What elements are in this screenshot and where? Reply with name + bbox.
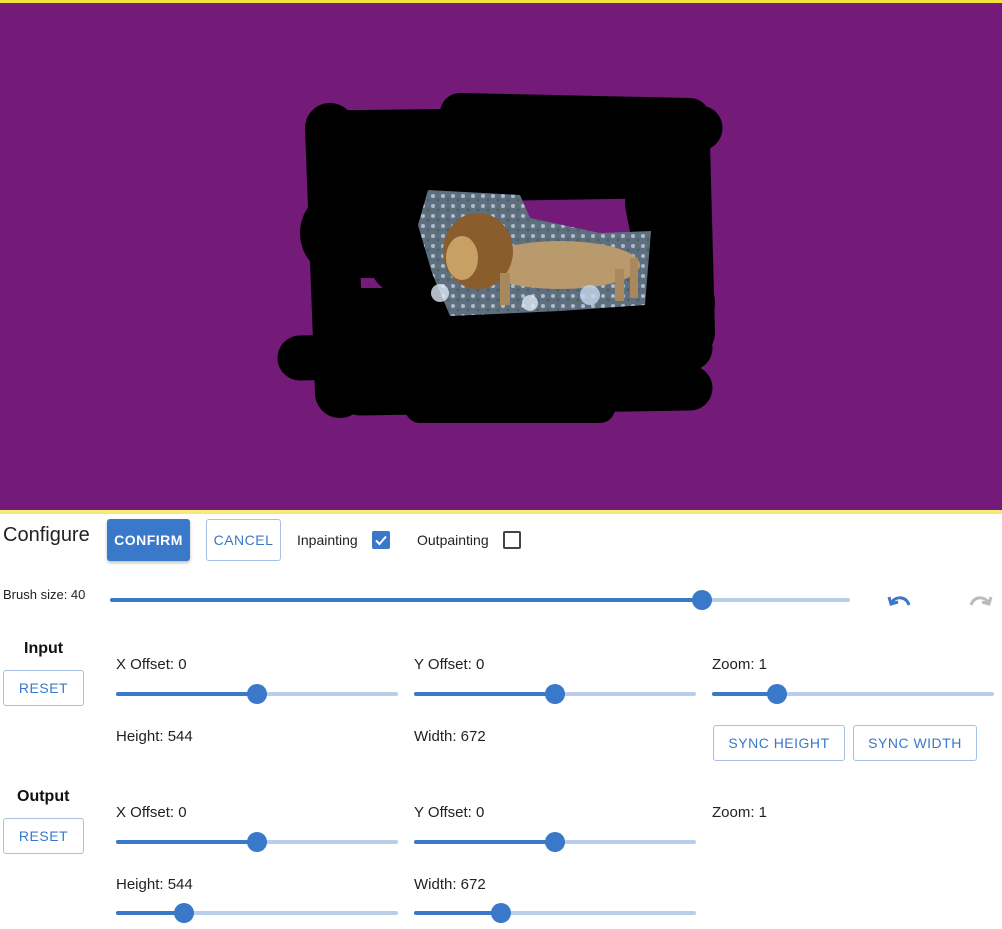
brush-size-slider[interactable] (110, 590, 850, 610)
slider-track (414, 840, 555, 844)
slider-thumb[interactable] (173, 903, 194, 923)
section-divider (0, 510, 1002, 514)
cancel-button[interactable]: CANCEL (206, 519, 281, 561)
input-x-offset-slider[interactable] (116, 684, 398, 704)
mask-drawing (277, 93, 723, 423)
slider-thumb[interactable] (247, 832, 267, 852)
image-canvas[interactable] (0, 0, 1002, 510)
slider-thumb[interactable] (692, 590, 712, 610)
output-width-slider[interactable] (414, 903, 696, 923)
input-zoom-slider[interactable] (712, 684, 994, 704)
input-zoom-label: Zoom: 1 (712, 656, 768, 673)
slider-thumb[interactable] (545, 832, 565, 852)
output-zoom-label: Zoom: 1 (712, 804, 768, 821)
output-x-offset-slider[interactable] (116, 832, 398, 852)
input-y-offset-label: Y Offset: 0 (414, 656, 485, 673)
brush-size-label: Brush size: 40 (3, 587, 86, 602)
check-icon (375, 535, 387, 546)
output-y-offset-label: Y Offset: 0 (414, 804, 485, 821)
slider-thumb[interactable] (766, 684, 787, 704)
slider-thumb[interactable] (247, 684, 267, 704)
output-height-label: Height: 544 (116, 876, 193, 893)
slider-track (110, 598, 702, 602)
slider-thumb[interactable] (545, 684, 565, 704)
outpainting-checkbox[interactable] (503, 531, 521, 549)
confirm-button[interactable]: CONFIRM (107, 519, 190, 561)
input-width-label: Width: 672 (414, 728, 486, 745)
slider-track (414, 692, 555, 696)
output-section-title: Output (17, 788, 70, 805)
input-reset-button[interactable]: RESET (3, 670, 84, 706)
input-height-label: Height: 544 (116, 728, 193, 745)
inpainting-label: Inpainting (297, 532, 358, 548)
lion-image (418, 190, 651, 316)
output-reset-button[interactable]: RESET (3, 818, 84, 854)
input-x-offset-label: X Offset: 0 (116, 656, 187, 673)
slider-track (414, 911, 502, 915)
configure-title: Configure (3, 524, 90, 546)
input-y-offset-slider[interactable] (414, 684, 696, 704)
slider-thumb[interactable] (491, 903, 512, 923)
redo-icon[interactable] (966, 592, 994, 616)
slider-track (116, 840, 257, 844)
inpainting-checkbox[interactable] (372, 531, 390, 549)
slider-track (116, 692, 257, 696)
output-x-offset-label: X Offset: 0 (116, 804, 187, 821)
sync-width-button[interactable]: SYNC WIDTH (853, 725, 977, 761)
output-height-slider[interactable] (116, 903, 398, 923)
sync-height-button[interactable]: SYNC HEIGHT (713, 725, 845, 761)
outpainting-label: Outpainting (417, 532, 489, 548)
output-y-offset-slider[interactable] (414, 832, 696, 852)
output-width-label: Width: 672 (414, 876, 486, 893)
input-section-title: Input (24, 640, 64, 657)
undo-icon[interactable] (886, 592, 914, 616)
